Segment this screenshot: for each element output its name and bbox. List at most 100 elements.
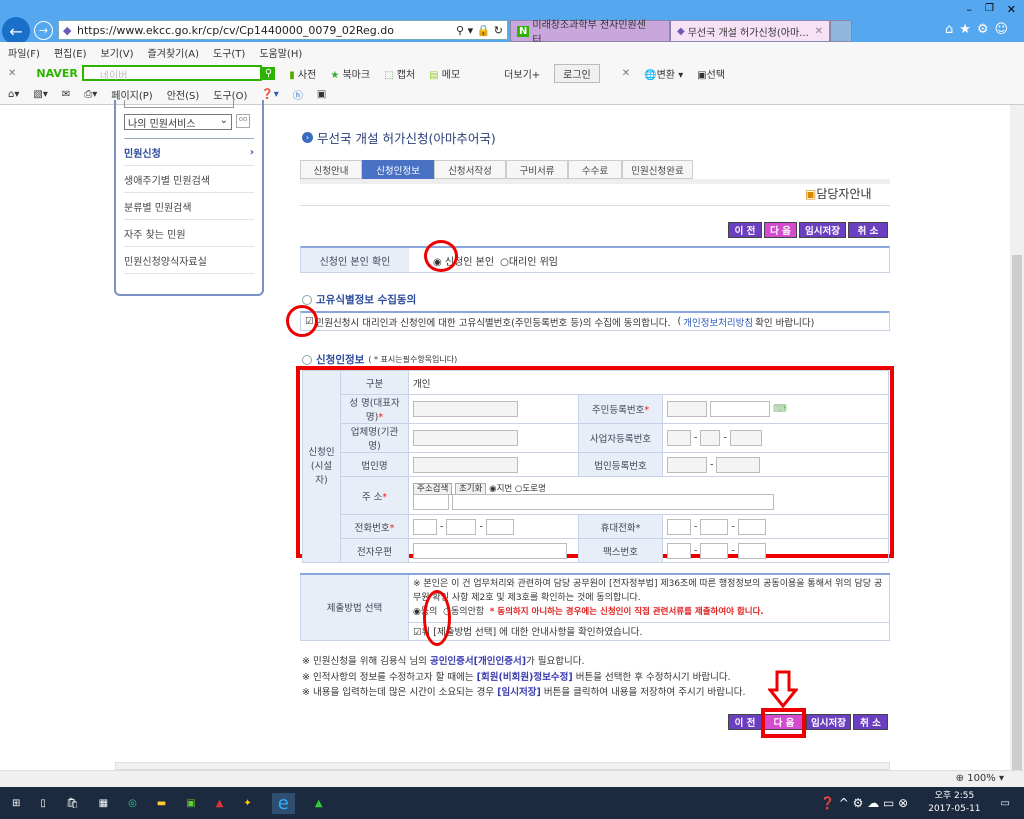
dictionary-button[interactable]: ▮ 사전: [289, 66, 316, 81]
step-tab-documents[interactable]: 구비서류: [506, 160, 568, 179]
cancel-button-bottom[interactable]: 취 소: [853, 714, 888, 730]
next-button[interactable]: 다 음: [764, 222, 797, 238]
hp-icon[interactable]: ⓗ: [293, 87, 303, 102]
search-lock-refresh-icons[interactable]: ⚲ ▾ 🔒 ↻: [456, 24, 503, 37]
bizno-3[interactable]: [729, 430, 762, 446]
restore-button[interactable]: ❐: [985, 3, 994, 14]
evernote-icon[interactable]: ▣: [186, 798, 195, 809]
zoom-control[interactable]: ⊕ 100% ▾: [956, 773, 1004, 784]
email-input[interactable]: [413, 542, 567, 559]
menu-edit[interactable]: 편집(E): [54, 45, 87, 60]
menu-file[interactable]: 파일(F): [8, 45, 40, 60]
acrobat-icon[interactable]: ▲: [216, 798, 224, 809]
clock[interactable]: 오후 2:55 2017-05-11: [928, 790, 980, 816]
address-input[interactable]: [451, 493, 774, 510]
step-tab-guide[interactable]: 신청안내: [300, 160, 362, 179]
phone-1[interactable]: [413, 518, 437, 535]
sidebar-item-faq[interactable]: 자주 찾는 민원: [124, 220, 254, 247]
fax-1[interactable]: [667, 542, 691, 559]
help-icon[interactable]: ❓▾: [261, 89, 278, 100]
notification-icon[interactable]: ▭: [1001, 798, 1010, 809]
fax-3[interactable]: [737, 542, 766, 559]
corpno-1[interactable]: [667, 456, 707, 473]
phone-3[interactable]: [485, 518, 514, 535]
sidebar-item-category-search[interactable]: 분류별 민원검색: [124, 193, 254, 220]
prev-button[interactable]: 이 전: [728, 222, 762, 238]
convert-button[interactable]: 🌐변환 ▾: [644, 66, 683, 81]
memo-button[interactable]: ▤ 메모: [429, 66, 460, 81]
minimize-button[interactable]: –: [967, 3, 973, 16]
app-icon[interactable]: ✦: [243, 798, 251, 809]
menu-favorites[interactable]: 즐겨찾기(A): [148, 45, 199, 60]
app-icon[interactable]: ◎: [128, 798, 137, 809]
name-input[interactable]: [413, 401, 518, 417]
jibun-radio[interactable]: ◉지번: [489, 484, 512, 494]
sidebar-item-apply[interactable]: 민원신청 ›: [124, 139, 254, 166]
privacy-policy-link[interactable]: 개인정보처리방침: [683, 315, 753, 329]
print-icon[interactable]: ⎙▾: [84, 89, 97, 100]
zipcode-input[interactable]: [413, 493, 449, 510]
ie-icon[interactable]: e: [271, 792, 295, 814]
file-explorer-icon[interactable]: ▬: [157, 798, 166, 809]
tray-icons[interactable]: ❓ ^ ⚙ ☁ ▭ ⊗: [820, 796, 908, 810]
home-star-gear-icons[interactable]: ⌂★⚙☺: [945, 22, 1014, 37]
temp-save-button-bottom[interactable]: 임시저장: [806, 714, 851, 730]
keyboard-icon[interactable]: ⌨: [773, 404, 787, 415]
horizontal-scrollbar[interactable]: [115, 762, 890, 770]
select-button[interactable]: ▣선택: [697, 66, 725, 81]
more-button[interactable]: 더보기+: [504, 66, 540, 81]
capture-button[interactable]: ⬚ 캡처: [384, 66, 415, 81]
close-tab-icon[interactable]: ✕: [815, 26, 823, 37]
rrn-first-input[interactable]: [667, 401, 707, 417]
prev-button-bottom[interactable]: 이 전: [728, 714, 762, 730]
bizno-1[interactable]: [667, 430, 691, 446]
go-button[interactable]: oo: [236, 114, 250, 128]
mobile-3[interactable]: [737, 518, 766, 535]
bizno-2[interactable]: [700, 430, 721, 446]
naver-search-input[interactable]: 네이버: [81, 65, 262, 82]
road-radio[interactable]: ○도로명: [515, 484, 546, 494]
mobile-2[interactable]: [700, 518, 729, 535]
my-service-select[interactable]: 나의 민원서비스 ⌄: [124, 114, 232, 130]
contact-guide-link[interactable]: ▣담당자안내: [805, 185, 872, 202]
rss-icon[interactable]: ▧▾: [33, 89, 47, 100]
close-window-button[interactable]: ✕: [1007, 3, 1016, 16]
mobile-1[interactable]: [667, 518, 691, 535]
forward-button[interactable]: →: [34, 21, 53, 40]
sidebar-item-forms[interactable]: 민원신청양식자료실: [124, 247, 254, 274]
store-icon[interactable]: 🛍: [66, 798, 79, 809]
confirm-checkbox[interactable]: ☑위 [제출방법 선택] 에 대한 안내사항을 확인하였습니다.: [408, 621, 890, 641]
cancel-button[interactable]: 취 소: [848, 222, 888, 238]
sidebar-input[interactable]: [124, 100, 234, 108]
address-bar[interactable]: ◆ https://www.ekcc.go.kr/cp/cv/Cp1440000_…: [58, 20, 508, 40]
phone-2[interactable]: [446, 518, 477, 535]
mail-icon[interactable]: ✉: [62, 89, 70, 100]
menu-view[interactable]: 보기(V): [101, 45, 134, 60]
menu-help[interactable]: 도움말(H): [259, 45, 302, 60]
home-icon[interactable]: ⌂▾: [8, 89, 19, 100]
temp-save-button[interactable]: 임시저장: [799, 222, 846, 238]
bookmark-button[interactable]: ★ 북마크: [330, 66, 370, 81]
naver-search-button[interactable]: ⚲: [261, 66, 276, 80]
close-icon[interactable]: ✕: [622, 68, 630, 79]
login-button[interactable]: 로그인: [554, 63, 600, 83]
company-input[interactable]: [413, 430, 518, 446]
corpno-2[interactable]: [716, 456, 761, 473]
rrn-second-input[interactable]: [710, 401, 771, 417]
sidebar-item-lifecycle-search[interactable]: 생애주기별 민원검색: [124, 166, 254, 193]
step-tab-complete[interactable]: 민원신청완료: [622, 160, 693, 179]
proxy-radio[interactable]: ○대리인 위임: [500, 253, 558, 268]
step-tab-form[interactable]: 신청서작성: [434, 160, 506, 179]
back-button[interactable]: ←: [2, 17, 30, 45]
menu-tools[interactable]: 도구(T): [213, 45, 245, 60]
start-icon[interactable]: ⊞: [12, 798, 20, 809]
browser-tab-2[interactable]: ◆ 무선국 개설 허가신청(아마... ✕: [670, 20, 830, 42]
browser-tab-1[interactable]: N 미래창조과학부 전자민원센터...: [510, 20, 670, 46]
fax-2[interactable]: [700, 542, 729, 559]
app-icon[interactable]: ▦: [99, 798, 108, 809]
close-toolbar-icon[interactable]: ✕: [8, 68, 16, 79]
app-icon[interactable]: ▲: [315, 798, 323, 809]
vertical-scrollbar[interactable]: [1010, 105, 1024, 775]
step-tab-fee[interactable]: 수수료: [568, 160, 622, 179]
corp-input[interactable]: [413, 456, 518, 473]
